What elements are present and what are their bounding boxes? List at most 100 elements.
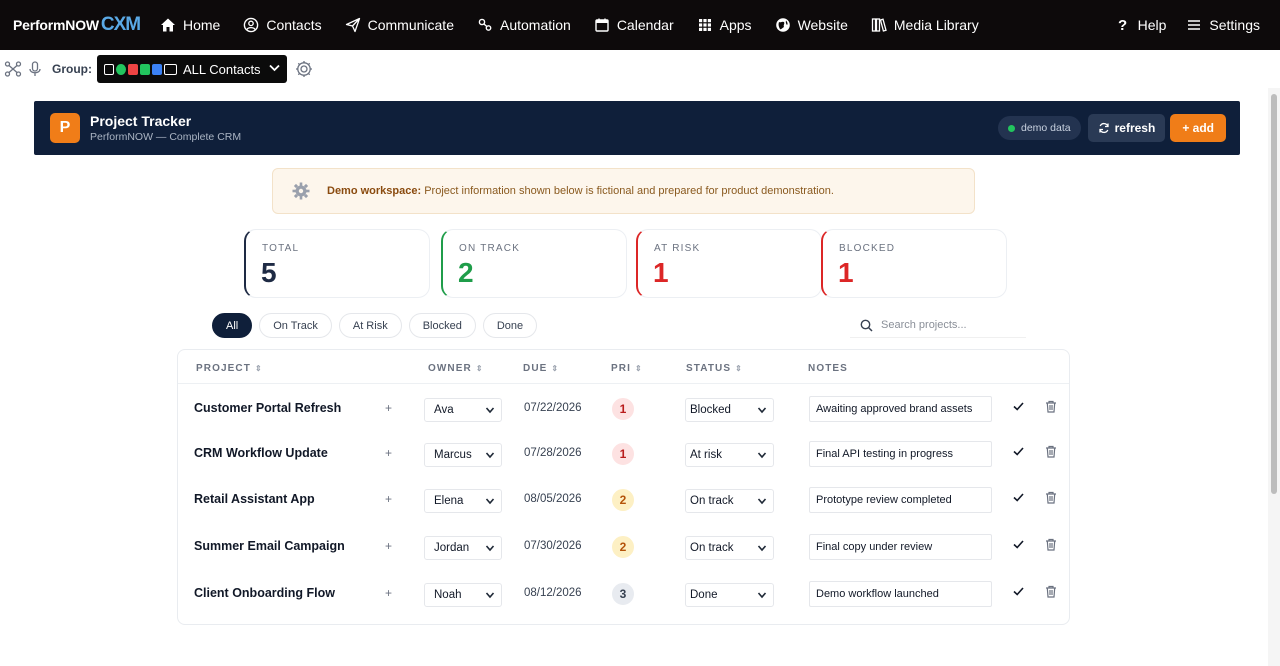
nav-media-library[interactable]: Media Library [871, 17, 979, 33]
stat-blocked: BLOCKED 1 [821, 229, 1007, 298]
expand-plus-icon[interactable]: + [385, 539, 392, 553]
status-value: Blocked [690, 404, 731, 416]
sort-icon: ⇕ [735, 364, 742, 373]
globe-icon [775, 17, 791, 33]
status-value: On track [690, 495, 734, 507]
group-select[interactable]: ALL Contacts [97, 55, 287, 83]
gear-icon [291, 181, 311, 201]
group-bar: Group: ALL Contacts [0, 50, 1280, 88]
expand-plus-icon[interactable]: + [385, 446, 392, 460]
due-date: 07/30/2026 [524, 540, 582, 552]
sort-icon: ⇕ [634, 364, 642, 373]
project-name[interactable]: Retail Assistant App [194, 492, 315, 506]
table-header: PROJECT ⇕ OWNER ⇕ DUE ⇕ PRI ⇕ STATUS ⇕ NOTES [178, 350, 1069, 384]
nav-contacts[interactable]: Contacts [243, 17, 322, 33]
delete-trash-icon[interactable] [1045, 400, 1057, 413]
owner-select[interactable]: Noah [424, 583, 502, 607]
save-check-icon[interactable] [1012, 491, 1025, 504]
add-button[interactable]: + add [1170, 114, 1226, 142]
filter-tab-at-risk[interactable]: At Risk [338, 313, 402, 338]
project-name[interactable]: Summer Email Campaign [194, 539, 345, 553]
project-name[interactable]: Client Onboarding Flow [194, 586, 335, 600]
due-date: 07/28/2026 [524, 447, 582, 459]
delete-trash-icon[interactable] [1045, 445, 1057, 458]
expand-plus-icon[interactable]: + [385, 401, 392, 415]
notes-field[interactable]: Final copy under review [809, 534, 992, 560]
search-input[interactable] [881, 319, 1021, 331]
stat-label: TOTAL [262, 243, 300, 254]
nav-calendar[interactable]: Calendar [594, 17, 674, 33]
nav-home[interactable]: Home [160, 17, 220, 33]
chevron-down-icon [757, 590, 767, 600]
th-owner[interactable]: OWNER ⇕ [428, 363, 483, 374]
chevron-down-icon [485, 543, 495, 553]
status-select[interactable]: Done [685, 583, 774, 607]
notes-value: Awaiting approved brand assets [816, 403, 973, 415]
group-settings-icon[interactable] [294, 59, 314, 79]
notes-field[interactable]: Final API testing in progress [809, 441, 992, 467]
microphone-icon[interactable] [26, 60, 44, 78]
app-logo: P [50, 113, 80, 143]
network-icon[interactable] [4, 60, 22, 78]
owner-select[interactable]: Jordan [424, 536, 502, 560]
status-select[interactable]: On track [685, 489, 774, 513]
expand-plus-icon[interactable]: + [385, 586, 392, 600]
save-check-icon[interactable] [1012, 538, 1025, 551]
th-project-label: PROJECT [196, 363, 251, 374]
stat-value: 2 [458, 257, 474, 288]
question-icon: ? [1118, 16, 1128, 34]
delete-trash-icon[interactable] [1045, 491, 1057, 504]
th-due[interactable]: DUE ⇕ [523, 363, 558, 374]
stat-value: 1 [838, 257, 854, 288]
status-select[interactable]: At risk [685, 443, 774, 467]
nav-apps[interactable]: Apps [697, 17, 752, 33]
expand-plus-icon[interactable]: + [385, 492, 392, 506]
owner-select[interactable]: Ava [424, 398, 502, 422]
refresh-button[interactable]: refresh [1087, 114, 1166, 142]
th-pri[interactable]: PRI ⇕ [611, 363, 642, 374]
chevron-down-icon [757, 543, 767, 553]
brand-name: PerformNOW [13, 17, 99, 33]
th-status[interactable]: STATUS ⇕ [686, 363, 742, 374]
nav-help[interactable]: ? Help [1115, 16, 1167, 34]
delete-trash-icon[interactable] [1045, 538, 1057, 551]
nav-automation[interactable]: Automation [477, 17, 571, 33]
filter-tab-blocked[interactable]: Blocked [408, 313, 476, 338]
notes-field[interactable]: Prototype review completed [809, 487, 992, 513]
owner-value: Ava [434, 404, 454, 416]
filter-tab-all[interactable]: All [212, 313, 253, 338]
filter-tab-done[interactable]: Done [482, 313, 538, 338]
banner-text: Demo workspace: Project information show… [327, 185, 834, 197]
th-project[interactable]: PROJECT ⇕ [196, 363, 262, 374]
table-row: Retail Assistant App + Elena 08/05/2026 2 On … [178, 480, 1069, 520]
calendar-icon [594, 17, 610, 33]
filter-tab-on-track[interactable]: On Track [259, 313, 332, 338]
status-select[interactable]: On track [685, 536, 774, 560]
due-date: 08/05/2026 [524, 493, 582, 505]
project-name[interactable]: Customer Portal Refresh [194, 401, 341, 415]
status-select[interactable]: Blocked [685, 398, 774, 422]
app-subtitle: PerformNOW — Complete CRM [90, 131, 242, 143]
nav-help-label: Help [1137, 17, 1167, 33]
nav-communicate[interactable]: Communicate [345, 17, 454, 33]
nav-automation-label: Automation [499, 17, 571, 33]
project-name[interactable]: CRM Workflow Update [194, 446, 328, 460]
save-check-icon[interactable] [1012, 400, 1025, 413]
save-check-icon[interactable] [1012, 585, 1025, 598]
nav-settings[interactable]: Settings [1186, 17, 1260, 33]
page-scrollbar[interactable] [1268, 88, 1280, 666]
status-value: Done [690, 589, 718, 601]
stat-label: BLOCKED [839, 243, 896, 254]
owner-select[interactable]: Marcus [424, 443, 502, 467]
notes-field[interactable]: Demo workflow launched [809, 581, 992, 607]
org-badge-icon [128, 63, 138, 75]
sort-icon: ⇕ [475, 364, 483, 373]
nav-website[interactable]: Website [775, 17, 848, 33]
save-check-icon[interactable] [1012, 445, 1025, 458]
sort-icon: ⇕ [551, 364, 559, 373]
scrollbar-thumb[interactable] [1271, 94, 1277, 494]
delete-trash-icon[interactable] [1045, 585, 1057, 598]
brand-logo[interactable]: PerformNOW CXM [0, 14, 160, 36]
notes-field[interactable]: Awaiting approved brand assets [809, 396, 992, 422]
owner-select[interactable]: Elena [424, 489, 502, 513]
